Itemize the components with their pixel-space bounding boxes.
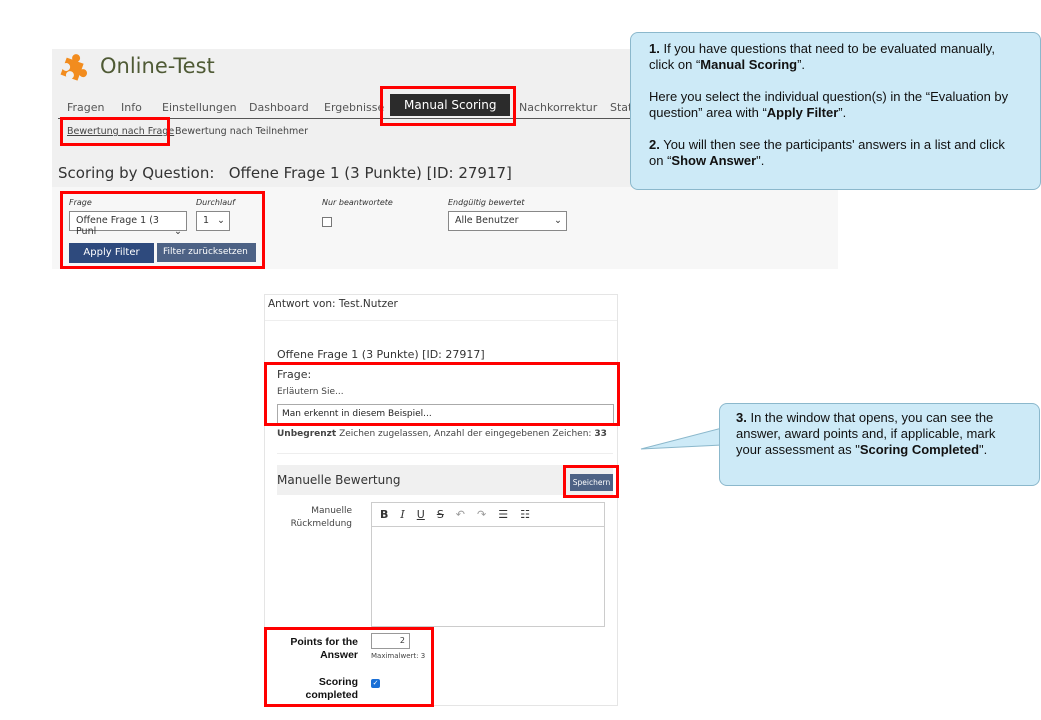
redo-icon[interactable]: ↷ (477, 508, 486, 521)
tab-fragen[interactable]: Fragen (67, 101, 105, 114)
nur-beantwortete-label: Nur beantwortete (322, 198, 393, 207)
tab-nachkorrektur[interactable]: Nachkorrektur (519, 101, 597, 114)
question-title: Offene Frage 1 (3 Punkte) [ID: 27917] (277, 348, 485, 361)
nur-beantwortete-checkbox[interactable] (322, 217, 332, 227)
feedback-editor[interactable]: BIUS ↶ ↷ ☰ ☷ (371, 502, 605, 627)
feedback-label: Manuelle Rückmeldung (290, 506, 352, 529)
endgueltig-select[interactable]: Alle Benutzer ⌄ (448, 211, 567, 231)
tab-dashboard[interactable]: Dashboard (249, 101, 309, 114)
divider (277, 453, 613, 454)
answer-from: Antwort von: Test.Nutzer (268, 298, 398, 310)
divider (265, 320, 617, 321)
editor-toolbar: BIUS ↶ ↷ ☰ ☷ (372, 503, 604, 527)
italic-icon[interactable]: I (400, 508, 404, 521)
highlight-points (264, 627, 434, 707)
highlight-question (264, 362, 620, 426)
endgueltig-label: Endgültig bewertet (448, 198, 525, 207)
underline-icon[interactable]: U (417, 508, 425, 521)
page-title: Scoring by Question: Offene Frage 1 (3 P… (58, 164, 512, 182)
highlight-subtab (60, 117, 170, 146)
app-title: Online-Test (100, 54, 215, 78)
highlight-manual-scoring (380, 86, 516, 126)
chevron-down-icon: ⌄ (554, 215, 562, 226)
callout-pointer (640, 427, 723, 450)
tab-ergebnisse[interactable]: Ergebnisse (324, 101, 384, 114)
undo-icon[interactable]: ↶ (456, 508, 465, 521)
callout-step-3: 3. In the window that opens, you can see… (719, 403, 1040, 486)
char-count: Unbegrenzt Zeichen zugelassen, Anzahl de… (277, 429, 607, 439)
tab-info[interactable]: Info (121, 101, 142, 114)
strikethrough-icon[interactable]: S (437, 508, 444, 521)
puzzle-icon (60, 54, 88, 81)
numbered-list-icon[interactable]: ☷ (520, 508, 530, 521)
bold-icon[interactable]: B (380, 508, 388, 521)
bullet-list-icon[interactable]: ☰ (498, 508, 508, 521)
tab-einstellungen[interactable]: Einstellungen (162, 101, 237, 114)
callout-step-1-2: 1. If you have questions that need to be… (630, 32, 1041, 190)
highlight-filter (60, 191, 265, 269)
highlight-save (563, 465, 619, 498)
subtab-by-participant[interactable]: Bewertung nach Teilnehmer (175, 126, 308, 137)
tab-bar: Fragen Info Einstellungen Dashboard Erge… (58, 94, 658, 119)
